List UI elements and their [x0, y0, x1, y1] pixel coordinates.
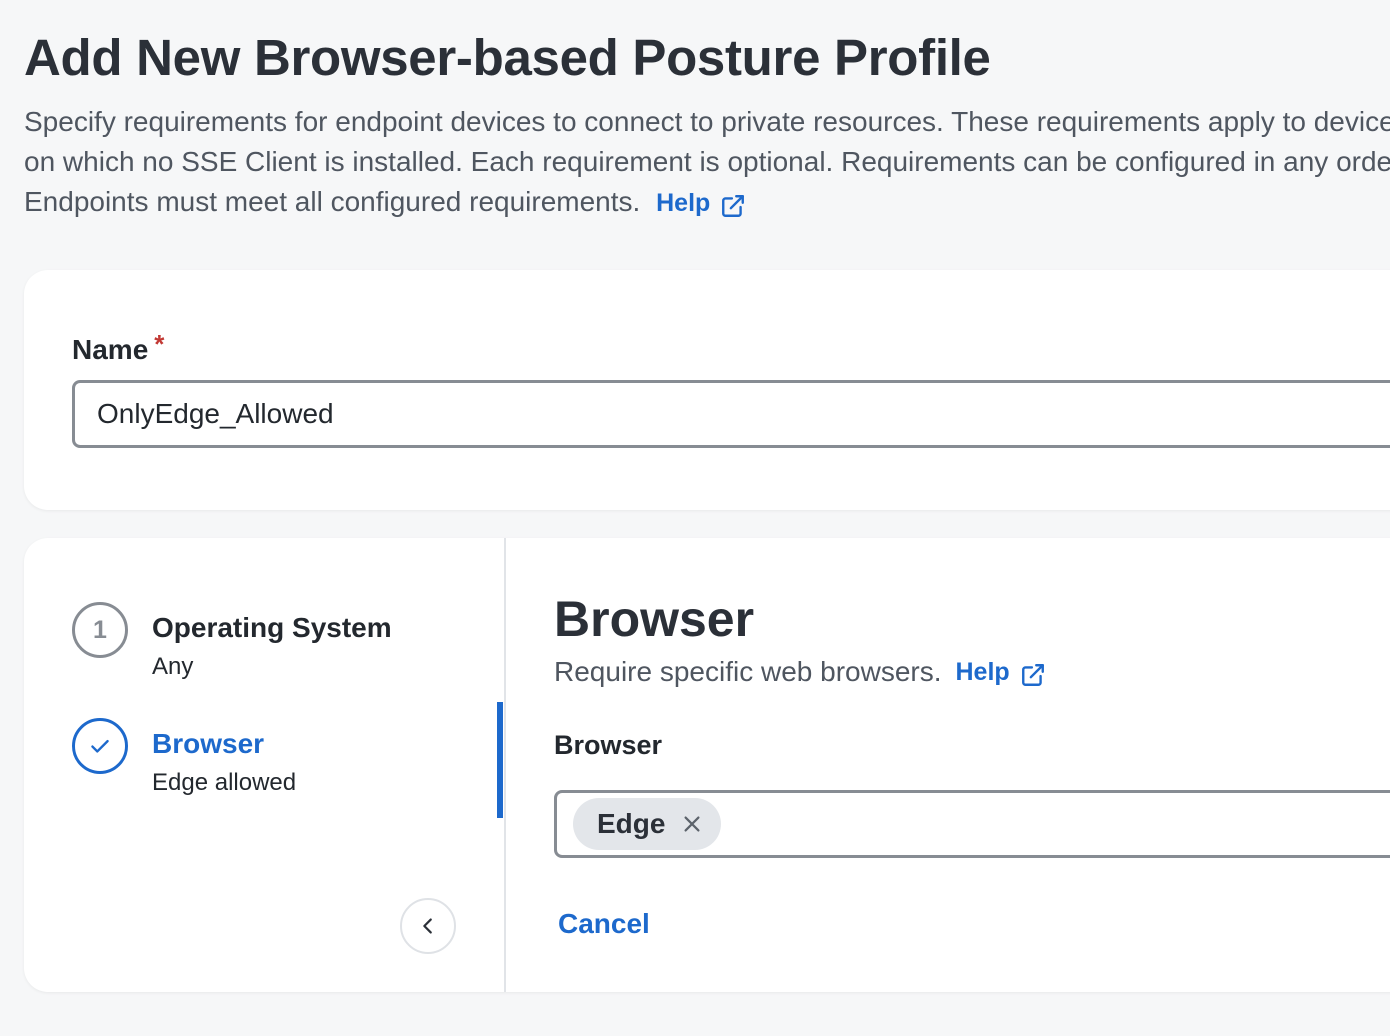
step-browser[interactable]: Browser Edge allowed	[72, 718, 296, 798]
steps-card: 1 Operating System Any Browser Edge allo…	[24, 538, 1390, 992]
name-label-text: Name	[72, 334, 149, 365]
checkmark-icon	[91, 739, 109, 753]
page-help-label: Help	[656, 189, 711, 217]
step-complete-badge	[72, 718, 128, 774]
panel-description: Require specific web browsers. Help	[554, 656, 1046, 688]
cancel-button[interactable]: Cancel	[558, 908, 650, 940]
collapse-steps-button[interactable]	[400, 898, 456, 954]
step-text: Operating System Any	[152, 602, 392, 682]
page-title: Add New Browser-based Posture Profile	[24, 29, 991, 86]
chevron-left-icon	[423, 918, 432, 934]
browser-field-label: Browser	[554, 730, 663, 760]
active-step-indicator	[497, 702, 503, 818]
name-label: Name *	[72, 329, 164, 366]
steps-divider	[504, 538, 506, 992]
step-operating-system[interactable]: 1 Operating System Any	[72, 602, 392, 682]
panel-description-text: Require specific web browsers.	[554, 656, 942, 687]
chip-label: Edge	[597, 808, 666, 839]
step-subtitle: Any	[152, 653, 194, 680]
step-title: Browser	[152, 728, 265, 759]
panel-help-label: Help	[955, 657, 1010, 686]
external-link-icon	[722, 195, 745, 217]
page-help-link[interactable]: Help	[656, 183, 746, 223]
remove-chip-button[interactable]	[679, 811, 705, 837]
external-link-icon	[1021, 664, 1044, 686]
step-text: Browser Edge allowed	[152, 718, 296, 798]
step-number-badge: 1	[72, 602, 128, 658]
step-title: Operating System	[152, 612, 392, 643]
required-indicator: *	[154, 329, 165, 359]
browser-multiselect[interactable]: Edge	[554, 790, 1390, 858]
name-card: Name *	[24, 270, 1390, 510]
selected-browser-chip: Edge	[573, 798, 722, 850]
close-icon	[684, 816, 700, 832]
page-description: Specify requirements for endpoint device…	[24, 102, 1390, 223]
panel-title: Browser	[554, 591, 755, 647]
name-input[interactable]	[72, 380, 1390, 448]
panel-help-link[interactable]: Help	[956, 658, 1046, 687]
step-subtitle: Edge allowed	[152, 769, 297, 796]
